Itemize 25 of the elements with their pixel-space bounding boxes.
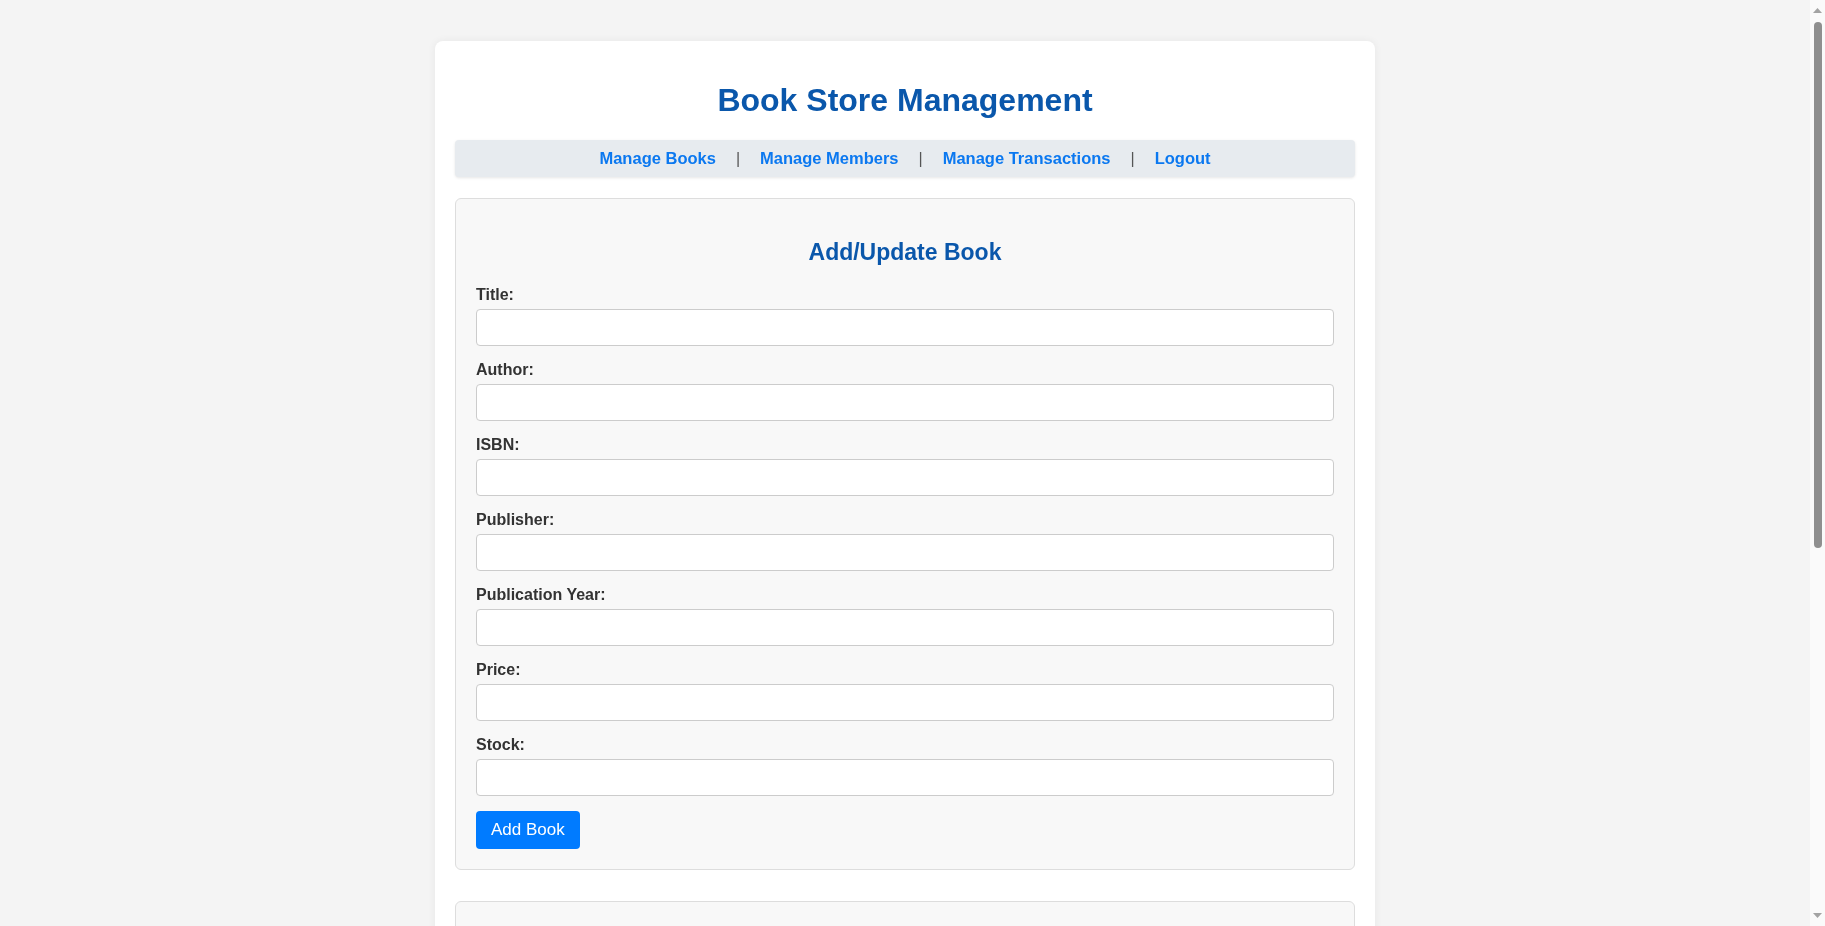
- scrollbar-drawing[interactable]: [1810, 0, 1825, 926]
- input-field[interactable]: [476, 759, 1334, 796]
- field-label: Publisher:: [476, 511, 555, 529]
- nav-link[interactable]: Logout: [1154, 149, 1211, 168]
- field-label: ISBN:: [476, 436, 520, 454]
- nav-separator: |: [918, 149, 923, 168]
- field-label: Title:: [476, 286, 514, 304]
- form-title: Add/Update Book: [807, 238, 1003, 266]
- field-label: Price:: [476, 661, 521, 679]
- input-field[interactable]: [476, 534, 1334, 571]
- field-label: Author:: [476, 361, 534, 379]
- input-field[interactable]: [476, 684, 1334, 721]
- field-label: Publication Year:: [476, 586, 606, 604]
- input-field[interactable]: [476, 309, 1334, 346]
- input-field[interactable]: [476, 459, 1334, 496]
- input-field[interactable]: [476, 384, 1334, 421]
- nav-separator: |: [735, 149, 741, 168]
- input-field[interactable]: [476, 609, 1334, 646]
- nav-link[interactable]: Manage Transactions: [942, 149, 1111, 168]
- nav-link[interactable]: Manage Members: [760, 149, 899, 168]
- field-label: Stock:: [476, 736, 525, 754]
- nav-separator: |: [1130, 149, 1135, 168]
- nav-link[interactable]: Manage Books: [599, 149, 716, 168]
- add-book-button[interactable]: Add Book: [476, 811, 580, 849]
- page-title: Book Store Management: [716, 82, 1094, 119]
